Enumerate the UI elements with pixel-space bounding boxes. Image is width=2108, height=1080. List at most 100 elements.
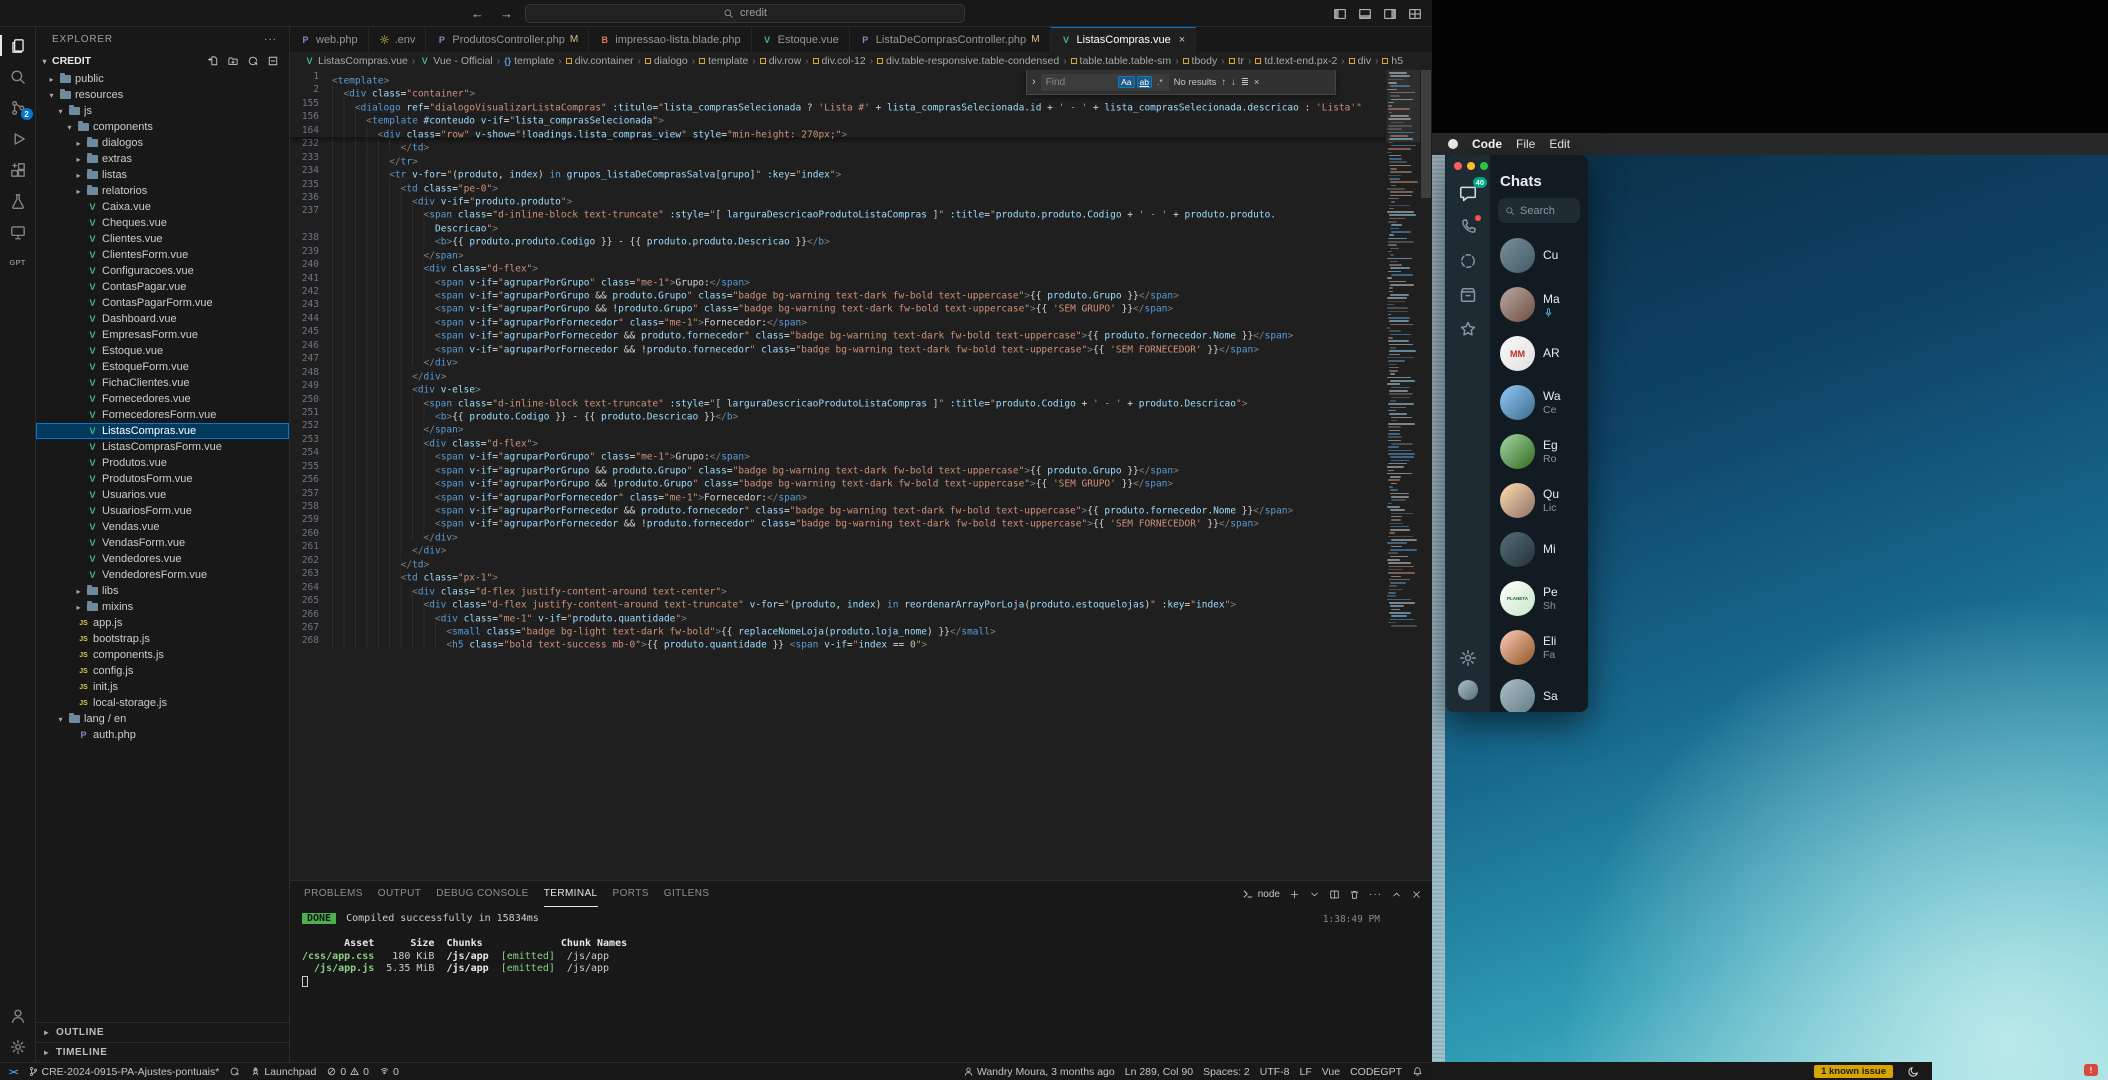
code-line[interactable]: 243<span v-if="agruparPorGrupo && !produ… bbox=[290, 298, 1386, 311]
new-terminal-icon[interactable] bbox=[1289, 889, 1300, 900]
tree-item-Caixa.vue[interactable]: VCaixa.vue bbox=[36, 199, 289, 215]
breadcrumb-item[interactable]: div.container bbox=[566, 55, 634, 67]
breadcrumb-item[interactable]: div.row bbox=[760, 55, 801, 67]
line-number[interactable]: 257 bbox=[290, 487, 332, 500]
code-line[interactable]: 250<span class="d-inline-block text-trun… bbox=[290, 393, 1386, 406]
panel-tab-output[interactable]: OUTPUT bbox=[378, 881, 422, 907]
chat-list-item[interactable]: Sa bbox=[1490, 672, 1588, 712]
tree-item-Clientes.vue[interactable]: VClientes.vue bbox=[36, 231, 289, 247]
line-number[interactable]: 241 bbox=[290, 272, 332, 285]
line-number[interactable]: 236 bbox=[290, 191, 332, 204]
line-number[interactable]: 238 bbox=[290, 231, 332, 244]
breadcrumb-item[interactable]: template bbox=[699, 55, 748, 67]
tree-item-ContasPagarForm.vue[interactable]: VContasPagarForm.vue bbox=[36, 295, 289, 311]
minimize-window-icon[interactable] bbox=[1467, 162, 1475, 170]
timeline-section[interactable]: ▸TIMELINE bbox=[36, 1042, 289, 1062]
code-line[interactable]: 259<span v-if="agruparPorFornecedor && !… bbox=[290, 513, 1386, 526]
close-window-icon[interactable] bbox=[1454, 162, 1462, 170]
tree-item-Dashboard.vue[interactable]: VDashboard.vue bbox=[36, 311, 289, 327]
tab-Estoque.vue[interactable]: VEstoque.vue bbox=[752, 27, 850, 52]
tab-impressao-lista.blade.php[interactable]: Bimpressao-lista.blade.php bbox=[589, 27, 751, 52]
terminal-shell[interactable]: node bbox=[1242, 888, 1280, 900]
tree-item-ClientesForm.vue[interactable]: VClientesForm.vue bbox=[36, 247, 289, 263]
activity-remote-explorer[interactable] bbox=[0, 216, 36, 247]
tab-ProdutosController.php[interactable]: PProdutosController.phpM bbox=[426, 27, 589, 52]
breadcrumb-item[interactable]: dialogo bbox=[645, 55, 688, 67]
panel-more-icon[interactable]: ··· bbox=[1369, 889, 1382, 900]
code-line[interactable]: 241<span v-if="agruparPorGrupo" class="m… bbox=[290, 272, 1386, 285]
status-ports[interactable]: 0 bbox=[374, 1063, 404, 1080]
tree-item-Configuracoes.vue[interactable]: VConfiguracoes.vue bbox=[36, 263, 289, 279]
code-line[interactable]: 164<div class="row" v-show="!loadings.li… bbox=[290, 124, 1386, 137]
code-line[interactable]: 240<div class="d-flex"> bbox=[290, 258, 1386, 271]
code-line[interactable]: 237<span class="d-inline-block text-trun… bbox=[290, 204, 1386, 217]
code-line[interactable]: 256<span v-if="agruparPorGrupo && !produ… bbox=[290, 473, 1386, 486]
line-number[interactable]: 255 bbox=[290, 460, 332, 473]
activity-extensions[interactable] bbox=[0, 154, 36, 185]
line-number[interactable]: 2 bbox=[290, 83, 332, 96]
tree-item-Fornecedores.vue[interactable]: VFornecedores.vue bbox=[36, 391, 289, 407]
tree-item-ContasPagar.vue[interactable]: VContasPagar.vue bbox=[36, 279, 289, 295]
whatsapp-communities-icon[interactable] bbox=[1458, 285, 1478, 305]
line-number[interactable]: 259 bbox=[290, 513, 332, 526]
tab-.env[interactable]: .env bbox=[369, 27, 427, 52]
new-folder-icon[interactable] bbox=[227, 55, 239, 67]
line-number[interactable]: 245 bbox=[290, 325, 332, 338]
chat-list-item[interactable]: EliFa bbox=[1490, 623, 1588, 672]
activity-search[interactable] bbox=[0, 61, 36, 92]
editor[interactable]: 232</td>233</tr>234<tr v-for="(produto, … bbox=[290, 70, 1432, 880]
breadcrumb-item[interactable]: table.table.table-sm bbox=[1071, 55, 1172, 67]
breadcrumb-item[interactable]: div.col-12 bbox=[813, 55, 866, 67]
close-tab-icon[interactable]: × bbox=[1179, 34, 1185, 46]
line-number[interactable]: 247 bbox=[290, 352, 332, 365]
toggle-panel-icon[interactable] bbox=[1358, 7, 1372, 21]
tree-item-Produtos.vue[interactable]: VProdutos.vue bbox=[36, 455, 289, 471]
status-notifications[interactable] bbox=[1407, 1063, 1428, 1080]
line-number[interactable]: 250 bbox=[290, 393, 332, 406]
breadcrumb-item[interactable]: div bbox=[1349, 55, 1371, 67]
code-line[interactable]: 239</span> bbox=[290, 245, 1386, 258]
tree-item-components.js[interactable]: JScomponents.js bbox=[36, 647, 289, 663]
line-number[interactable]: 1 bbox=[290, 70, 332, 83]
line-number[interactable]: 239 bbox=[290, 245, 332, 258]
tree-item-Usuarios.vue[interactable]: VUsuarios.vue bbox=[36, 487, 289, 503]
activity-accounts[interactable] bbox=[0, 1000, 36, 1031]
line-number[interactable]: 268 bbox=[290, 634, 332, 647]
panel-tab-terminal[interactable]: TERMINAL bbox=[544, 881, 598, 907]
code-line[interactable]: 238<b>{{ produto.produto.Codigo }} - {{ … bbox=[290, 231, 1386, 244]
code-line[interactable]: 245<span v-if="agruparPorFornecedor && p… bbox=[290, 325, 1386, 338]
code-line[interactable]: 263<td class="px-1"> bbox=[290, 567, 1386, 580]
whatsapp-starred-icon[interactable] bbox=[1458, 319, 1478, 339]
collapse-folders-icon[interactable] bbox=[267, 55, 279, 67]
activity-source-control[interactable]: 2 bbox=[0, 92, 36, 123]
tree-item-config.js[interactable]: JSconfig.js bbox=[36, 663, 289, 679]
status-cursor-position[interactable]: Ln 289, Col 90 bbox=[1120, 1063, 1198, 1080]
line-number[interactable]: 248 bbox=[290, 366, 332, 379]
breadcrumb-item[interactable]: div.table-responsive.table-condensed bbox=[877, 55, 1059, 67]
status-remote-indicator[interactable]: >< bbox=[4, 1063, 23, 1080]
panel-tab-problems[interactable]: PROBLEMS bbox=[304, 881, 363, 907]
find-in-selection-icon[interactable]: ≣ bbox=[1241, 77, 1249, 88]
tab-web.php[interactable]: Pweb.php bbox=[290, 27, 369, 52]
tree-item-FornecedoresForm.vue[interactable]: VFornecedoresForm.vue bbox=[36, 407, 289, 423]
code-line[interactable]: 236<div v-if="produto.produto"> bbox=[290, 191, 1386, 204]
tree-item-EmpresasForm.vue[interactable]: VEmpresasForm.vue bbox=[36, 327, 289, 343]
line-number[interactable]: 254 bbox=[290, 446, 332, 459]
line-number[interactable]: 252 bbox=[290, 419, 332, 432]
breadcrumb-item[interactable]: {}template bbox=[504, 55, 554, 67]
status-codegpt[interactable]: CODEGPT bbox=[1345, 1063, 1407, 1080]
menu-code[interactable]: Code bbox=[1472, 137, 1502, 151]
code-line[interactable]: 233</tr> bbox=[290, 151, 1386, 164]
status-encoding[interactable]: UTF-8 bbox=[1255, 1063, 1295, 1080]
code-line[interactable]: 268<h5 class="bold text-success mb-0">{{… bbox=[290, 634, 1386, 647]
tree-item-public[interactable]: ▸public bbox=[36, 71, 289, 87]
tree-item-ListasCompras.vue[interactable]: VListasCompras.vue bbox=[36, 423, 289, 439]
panel-tab-debug-console[interactable]: DEBUG CONSOLE bbox=[436, 881, 528, 907]
chat-list-item[interactable]: MMAR bbox=[1490, 329, 1588, 378]
terminal-dropdown-icon[interactable] bbox=[1309, 889, 1320, 900]
code-line[interactable]: 267<small class="badge bg-light text-dar… bbox=[290, 621, 1386, 634]
code-line[interactable]: 262</td> bbox=[290, 554, 1386, 567]
whatsapp-status-icon[interactable] bbox=[1458, 251, 1478, 271]
chat-list-item[interactable]: QuLic bbox=[1490, 476, 1588, 525]
code-line[interactable]: 249<div v-else> bbox=[290, 379, 1386, 392]
